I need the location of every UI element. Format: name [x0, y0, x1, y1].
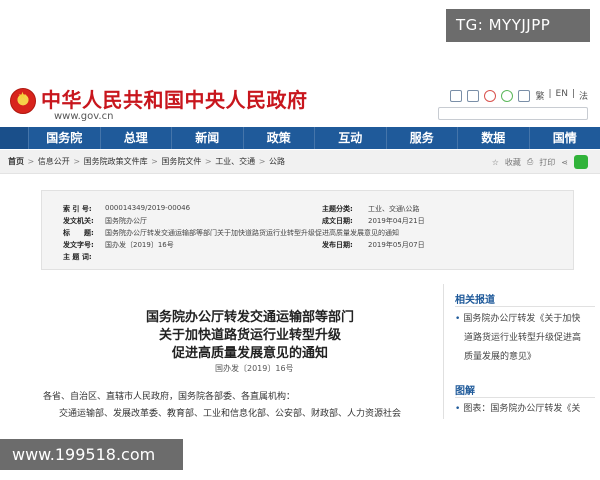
bullet-icon: • — [455, 404, 461, 414]
wechat-icon[interactable] — [501, 89, 514, 102]
meta-category-label: 主题分类: — [322, 205, 353, 213]
meta-index-value: 000014349/2019-00046 — [105, 204, 191, 212]
breadcrumb-bar: 首页 > 信息公开 > 国务院政策文件库 > 国务院文件 > 工业、交通 > 公… — [0, 150, 600, 174]
article-title-line-1: 国务院办公厅转发交通运输部等部门 — [145, 310, 354, 325]
lang-french[interactable]: 法 — [579, 89, 588, 102]
watermark-top: TG: MYYJJPP — [446, 9, 590, 42]
article-paragraph-1: 各省、自治区、直辖市人民政府，国务院各部委、各直属机构： — [43, 392, 296, 402]
nav-item-data[interactable]: 数据 — [457, 127, 529, 149]
collect-button[interactable]: 收藏 — [505, 157, 521, 168]
print-button[interactable]: 打印 — [539, 157, 555, 168]
print-icon[interactable]: ⎙ — [527, 157, 533, 167]
main-nav: 国务院 总理 新闻 政策 互动 服务 数据 国情 — [0, 127, 600, 149]
national-emblem-icon — [10, 88, 36, 114]
nav-item-news[interactable]: 新闻 — [171, 127, 243, 149]
collect-icon[interactable]: ☆ — [492, 158, 499, 167]
breadcrumb-industry-transport[interactable]: 工业、交通 — [215, 157, 255, 166]
sidebar-graphic-heading: 图解 — [455, 386, 475, 397]
language-switch: 繁 | EN | 法 — [535, 89, 588, 102]
meta-issuer-label: 发文机关: — [63, 217, 94, 225]
site-url: www.gov.cn — [54, 111, 114, 122]
top-toolbar: 繁 | EN | 法 — [450, 89, 588, 102]
meta-docno-value: 国办发〔2019〕16号 — [105, 241, 174, 249]
share-icon[interactable]: ⋖ — [561, 158, 568, 167]
sidebar-graphic-rule — [455, 397, 595, 398]
wechat-share-icon[interactable] — [574, 155, 588, 169]
meta-published-value: 2019年05月07日 — [368, 241, 425, 249]
meta-index-label: 索 引 号: — [63, 205, 92, 213]
lang-english[interactable]: EN — [556, 89, 568, 102]
sidebar-divider — [443, 284, 444, 420]
nav-item-state-council[interactable]: 国务院 — [28, 127, 100, 149]
weibo-icon[interactable] — [484, 89, 497, 102]
site-header: 中华人民共和国中央人民政府 www.gov.cn 繁 | EN | 法 — [0, 84, 600, 126]
article-title-line-3: 促进高质量发展意见的通知 — [171, 346, 328, 361]
nav-item-national-info[interactable]: 国情 — [528, 127, 600, 149]
lang-traditional[interactable]: 繁 — [535, 89, 544, 102]
meta-created-value: 2019年04月21日 — [368, 217, 425, 225]
meta-title-label: 标 题: — [63, 229, 94, 237]
mobile-icon[interactable] — [467, 89, 480, 102]
meta-issuer-value: 国务院办公厅 — [105, 217, 147, 225]
meta-title-value: 国务院办公厅转发交通运输部等部门关于加快道路货运行业转型升级促进高质量发展意见的… — [105, 229, 399, 237]
nav-home-icon[interactable] — [0, 127, 28, 149]
mail-icon[interactable] — [450, 89, 463, 102]
article-paragraph-2: 交通运输部、发展改革委、教育部、工业和信息化部、公安部、财政部、人力资源社会 — [59, 409, 402, 419]
meta-published-label: 发布日期: — [322, 241, 353, 249]
sidebar-related-link[interactable]: • 国务院办公厅转发《关于加快 道路货运行业转型升级促进高 质量发展的意见》 — [455, 310, 581, 367]
breadcrumb-home[interactable]: 首页 — [8, 157, 24, 166]
page-actions: ☆ 收藏 ⎙ 打印 ⋖ — [492, 155, 588, 169]
nav-item-policy[interactable]: 政策 — [242, 127, 315, 149]
meta-docno-label: 发文字号: — [63, 241, 94, 249]
bullet-icon: • — [455, 314, 461, 324]
sidebar-graphic-link[interactable]: • 图表：国务院办公厅转发《关 — [455, 400, 580, 419]
meta-created-label: 成文日期: — [322, 217, 353, 225]
meta-category-value: 工业、交通\公路 — [368, 205, 420, 213]
breadcrumb-policy-library[interactable]: 国务院政策文件库 — [84, 157, 148, 166]
article-doc-number: 国办发〔2019〕16号 — [215, 364, 294, 373]
breadcrumb: 首页 > 信息公开 > 国务院政策文件库 > 国务院文件 > 工业、交通 > 公… — [8, 157, 285, 166]
accessibility-icon[interactable] — [518, 89, 531, 102]
nav-item-premier[interactable]: 总理 — [99, 127, 172, 149]
site-title[interactable]: 中华人民共和国中央人民政府 — [41, 84, 308, 113]
sidebar-related-rule — [455, 306, 595, 307]
article-title-line-2: 关于加快道路货运行业转型升级 — [158, 328, 341, 343]
breadcrumb-state-docs[interactable]: 国务院文件 — [161, 157, 201, 166]
sidebar-related-heading: 相关报道 — [455, 295, 495, 306]
search-input[interactable] — [438, 107, 588, 120]
breadcrumb-info-public[interactable]: 信息公开 — [38, 157, 70, 166]
breadcrumb-highway[interactable]: 公路 — [269, 157, 285, 166]
nav-item-services[interactable]: 服务 — [385, 127, 458, 149]
nav-item-interaction[interactable]: 互动 — [314, 127, 386, 149]
document-metadata-panel: 索 引 号: 000014349/2019-00046 主题分类: 工业、交通\… — [41, 190, 574, 270]
meta-keywords-label: 主 题 词: — [63, 253, 92, 261]
watermark-bottom: www.199518.com — [0, 439, 183, 470]
